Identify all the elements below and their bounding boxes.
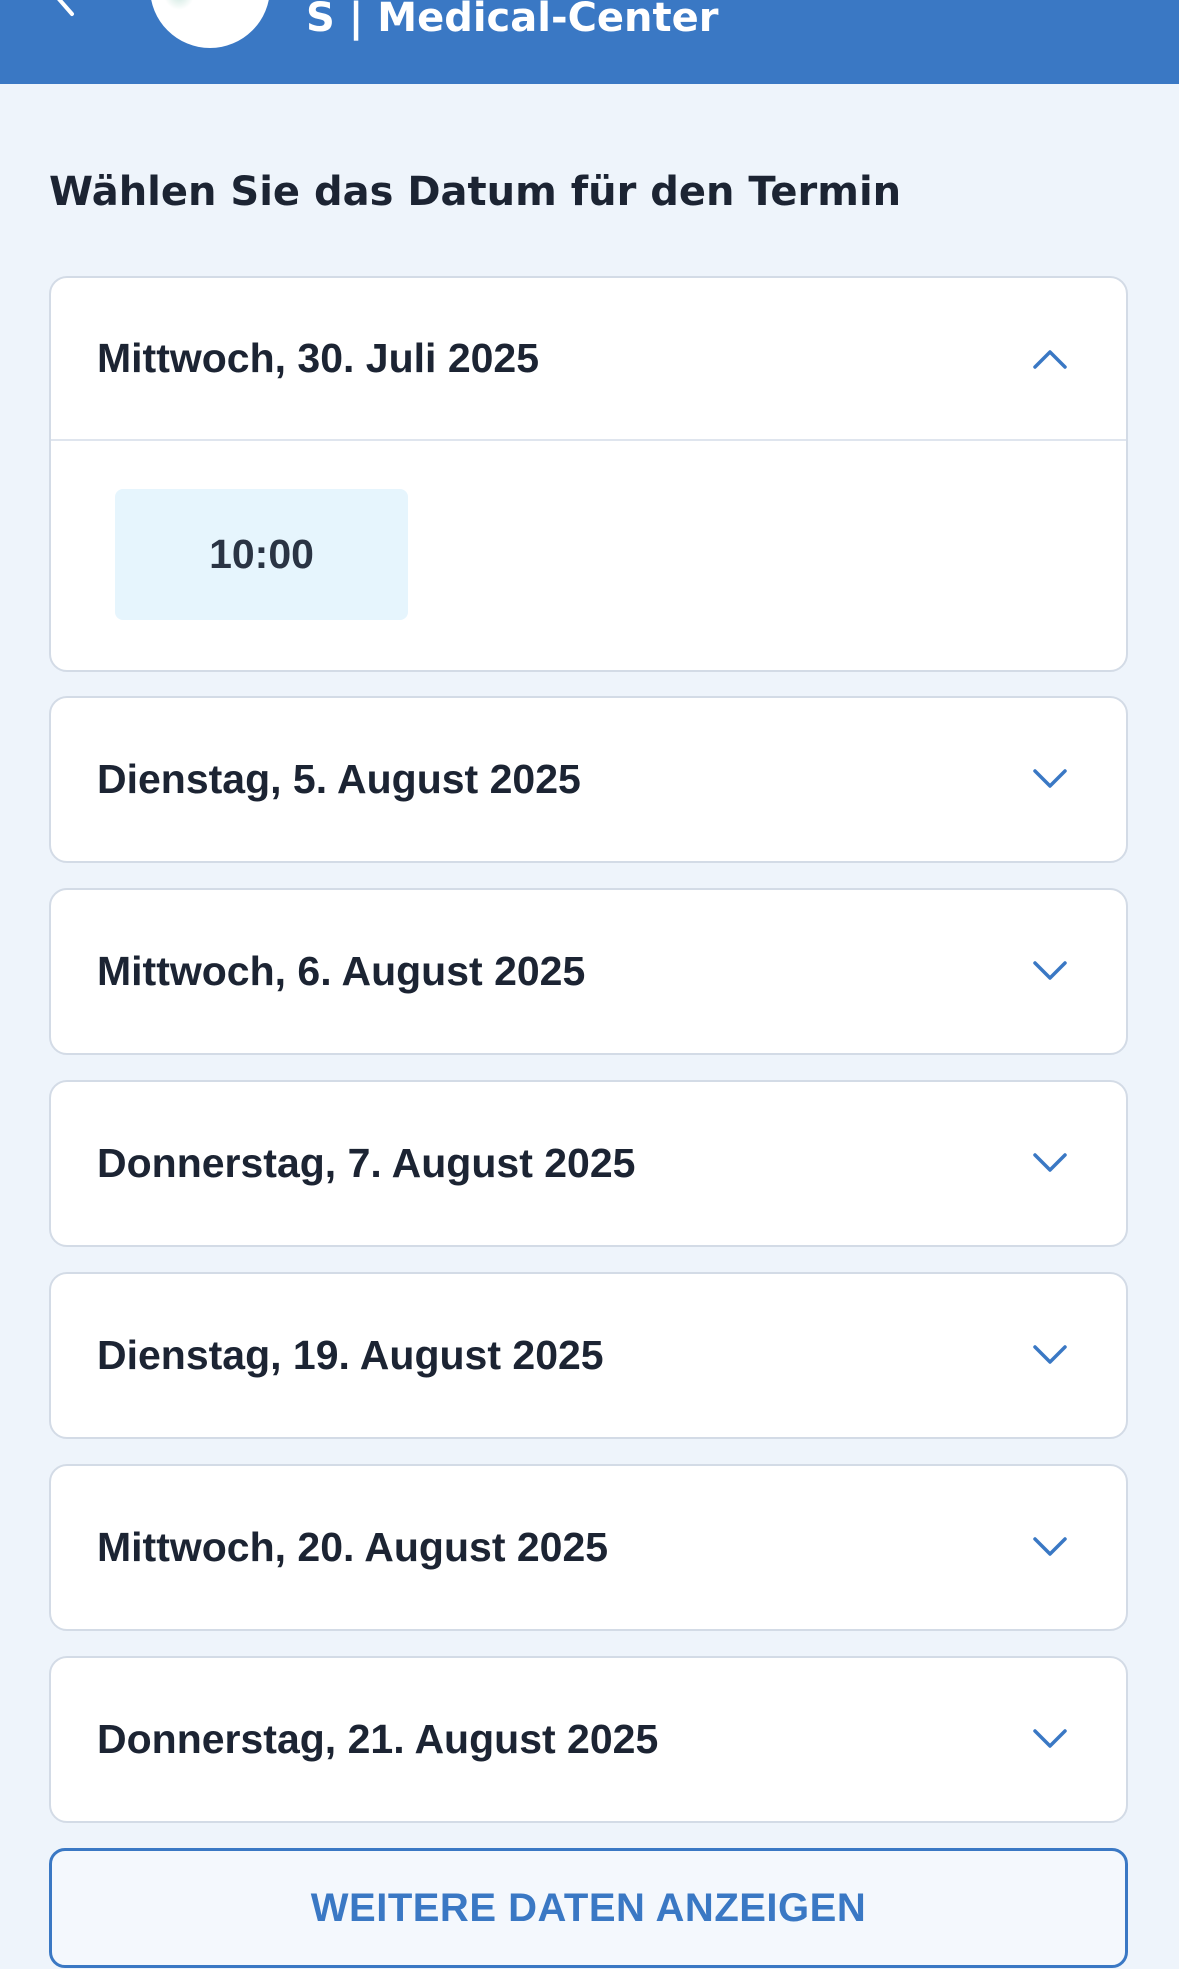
date-card[interactable]: Dienstag, 5. August 2025 [49,696,1128,863]
date-label: Donnerstag, 21. August 2025 [97,1715,659,1762]
chevron-down-icon [1033,1537,1067,1556]
date-label: Dienstag, 5. August 2025 [97,755,581,802]
chevron-down-icon [1033,1153,1067,1172]
date-header[interactable]: Mittwoch, 6. August 2025 [51,890,1126,1052]
brand-name: S | Medical-Center [306,0,719,41]
date-label: Mittwoch, 6. August 2025 [97,947,586,994]
date-label: Mittwoch, 20. August 2025 [97,1523,609,1570]
date-label: Donnerstag, 7. August 2025 [97,1139,636,1186]
chevron-left-icon[interactable] [46,0,86,18]
chevron-up-icon [1033,349,1067,369]
date-card[interactable]: Dienstag, 19. August 2025 [49,1272,1128,1439]
date-label: Mittwoch, 30. Juli 2025 [97,335,540,381]
date-header[interactable]: Mittwoch, 20. August 2025 [51,1466,1126,1628]
show-more-dates-button[interactable]: WEITERE DATEN ANZEIGEN [49,1848,1128,1968]
chevron-down-icon [1033,1729,1067,1748]
app-header: S | Medical-Center [0,0,1179,84]
date-card[interactable]: Donnerstag, 7. August 2025 [49,1080,1128,1247]
date-card[interactable]: Donnerstag, 21. August 2025 [49,1656,1128,1823]
date-card: Mittwoch, 30. Juli 2025 10:00 [49,276,1128,672]
chevron-down-icon [1033,769,1067,788]
page-title: Wählen Sie das Datum für den Termin [49,169,902,215]
date-card[interactable]: Mittwoch, 6. August 2025 [49,888,1128,1055]
date-header[interactable]: Dienstag, 5. August 2025 [51,698,1126,860]
time-slot-list: 10:00 [51,441,1126,667]
chevron-down-icon [1033,1345,1067,1364]
date-header[interactable]: Dienstag, 19. August 2025 [51,1274,1126,1436]
clinic-logo [150,0,270,48]
chevron-down-icon [1033,961,1067,980]
time-slot-button[interactable]: 10:00 [115,489,408,620]
date-header-expanded[interactable]: Mittwoch, 30. Juli 2025 [51,278,1126,441]
date-label: Dienstag, 19. August 2025 [97,1331,604,1378]
date-card[interactable]: Mittwoch, 20. August 2025 [49,1464,1128,1631]
date-header[interactable]: Donnerstag, 7. August 2025 [51,1082,1126,1244]
date-header[interactable]: Donnerstag, 21. August 2025 [51,1658,1126,1820]
